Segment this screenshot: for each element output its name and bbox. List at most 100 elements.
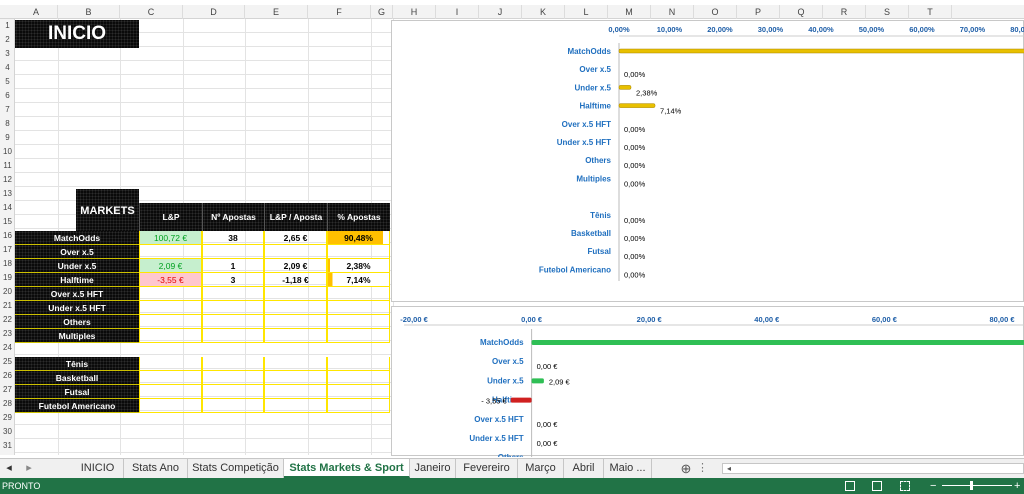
cell-empty[interactable] [202, 399, 264, 413]
cell-pct[interactable]: 7,14% [327, 273, 390, 287]
row-number[interactable]: 16 [0, 229, 15, 243]
cell-empty[interactable] [202, 371, 264, 385]
cell-n[interactable]: 1 [202, 259, 264, 273]
cell-empty[interactable] [139, 399, 202, 413]
cell-pct[interactable] [327, 301, 390, 315]
page-break-icon[interactable] [900, 481, 910, 491]
cell-pct[interactable] [327, 287, 390, 301]
cell-lp[interactable] [139, 245, 202, 259]
column-header[interactable]: H [393, 5, 436, 19]
column-header[interactable]: T [909, 5, 952, 19]
bar-0[interactable] [531, 340, 1024, 345]
column-header[interactable]: C [120, 5, 183, 19]
row-number[interactable]: 9 [0, 131, 15, 145]
cell-empty[interactable] [327, 399, 390, 413]
row-number[interactable]: 23 [0, 327, 15, 341]
tab-2[interactable]: Stats Competição [188, 459, 284, 478]
row-number[interactable]: 10 [0, 145, 15, 159]
row-number[interactable]: 27 [0, 383, 15, 397]
row-number[interactable]: 22 [0, 313, 15, 327]
column-header[interactable]: P [737, 5, 780, 19]
cell-n[interactable] [202, 315, 264, 329]
bar-3[interactable] [618, 103, 656, 108]
column-header[interactable]: A [15, 5, 58, 19]
zoom-in-icon[interactable]: + [1014, 478, 1020, 494]
row-number[interactable]: 30 [0, 425, 15, 439]
cell-empty[interactable] [202, 357, 264, 371]
row-number[interactable]: 11 [0, 159, 15, 173]
row-number[interactable]: 1 [0, 19, 15, 33]
column-header[interactable]: S [866, 5, 909, 19]
normal-view-icon[interactable] [845, 481, 855, 491]
cell-lpa[interactable]: 2,65 € [264, 231, 327, 245]
bar-2[interactable] [531, 378, 544, 384]
lp-chart[interactable]: -20,00 € 0,00 € 20,00 € 40,00 € 60,00 € 80,00… [391, 306, 1024, 457]
page-layout-icon[interactable] [872, 481, 882, 491]
cell-empty[interactable] [264, 399, 327, 413]
inicio-button[interactable]: INICIO [15, 20, 139, 48]
row-number[interactable]: 14 [0, 201, 15, 215]
row-number[interactable]: 17 [0, 243, 15, 257]
column-header[interactable]: L [565, 5, 608, 19]
cell-lp[interactable] [139, 329, 202, 343]
cell-lpa[interactable]: -1,18 € [264, 273, 327, 287]
add-sheet-icon[interactable]: ⊕ [679, 459, 693, 478]
cell-empty[interactable] [327, 357, 390, 371]
tab-3[interactable]: Stats Markets & Sport [284, 459, 410, 478]
cell-lp[interactable]: -3,55 € [139, 273, 202, 287]
row-number[interactable]: 18 [0, 257, 15, 271]
cell-lpa[interactable]: 2,09 € [264, 259, 327, 273]
bar-2[interactable] [618, 85, 632, 90]
column-header[interactable]: M [608, 5, 651, 19]
row-number[interactable]: 6 [0, 89, 15, 103]
row-number[interactable]: 5 [0, 75, 15, 89]
cell-lpa[interactable] [264, 315, 327, 329]
row-number[interactable]: 3 [0, 47, 15, 61]
column-header[interactable]: J [479, 5, 522, 19]
zoom-slider[interactable] [942, 485, 1012, 486]
tab-scroll-right-icon[interactable]: ▸ [18, 459, 40, 478]
cell-empty[interactable] [264, 371, 327, 385]
cell-lp[interactable] [139, 287, 202, 301]
cell-n[interactable] [202, 301, 264, 315]
cell-pct[interactable] [327, 315, 390, 329]
cell-empty[interactable] [264, 357, 327, 371]
cell-lp[interactable] [139, 315, 202, 329]
row-number[interactable]: 8 [0, 117, 15, 131]
zoom-out-icon[interactable]: − [930, 478, 936, 494]
row-number[interactable]: 13 [0, 187, 15, 201]
tab-scroll-left-icon[interactable]: ◂ [0, 459, 18, 478]
cell-lpa[interactable] [264, 329, 327, 343]
row-number[interactable]: 2 [0, 33, 15, 47]
column-header[interactable]: R [823, 5, 866, 19]
cell-pct[interactable] [327, 329, 390, 343]
cell-lp[interactable] [139, 301, 202, 315]
tab-4[interactable]: Janeiro [410, 459, 456, 478]
row-number[interactable]: 19 [0, 271, 15, 285]
row-number[interactable]: 31 [0, 439, 15, 453]
horizontal-scrollbar[interactable]: ◂ [722, 463, 1024, 474]
column-header[interactable]: G [371, 5, 393, 19]
cell-empty[interactable] [139, 371, 202, 385]
row-number[interactable]: 26 [0, 369, 15, 383]
cell-pct[interactable]: 2,38% [327, 259, 390, 273]
tab-1[interactable]: Stats Ano [124, 459, 188, 478]
cell-n[interactable]: 3 [202, 273, 264, 287]
column-header[interactable]: I [436, 5, 479, 19]
row-number[interactable]: 24 [0, 341, 15, 355]
column-header[interactable]: Q [780, 5, 823, 19]
cell-n[interactable] [202, 329, 264, 343]
tab-7[interactable]: Abril [564, 459, 604, 478]
cell-lp[interactable]: 2,09 € [139, 259, 202, 273]
row-number[interactable]: 29 [0, 411, 15, 425]
cell-empty[interactable] [139, 385, 202, 399]
column-header[interactable]: F [308, 5, 371, 19]
bar-0[interactable] [618, 48, 1024, 54]
cell-empty[interactable] [264, 385, 327, 399]
cell-n[interactable] [202, 245, 264, 259]
cell-pct[interactable]: 90,48% [327, 231, 390, 245]
row-number[interactable]: 20 [0, 285, 15, 299]
column-header[interactable]: B [58, 5, 120, 19]
column-header[interactable]: E [245, 5, 308, 19]
column-header[interactable]: D [183, 5, 245, 19]
